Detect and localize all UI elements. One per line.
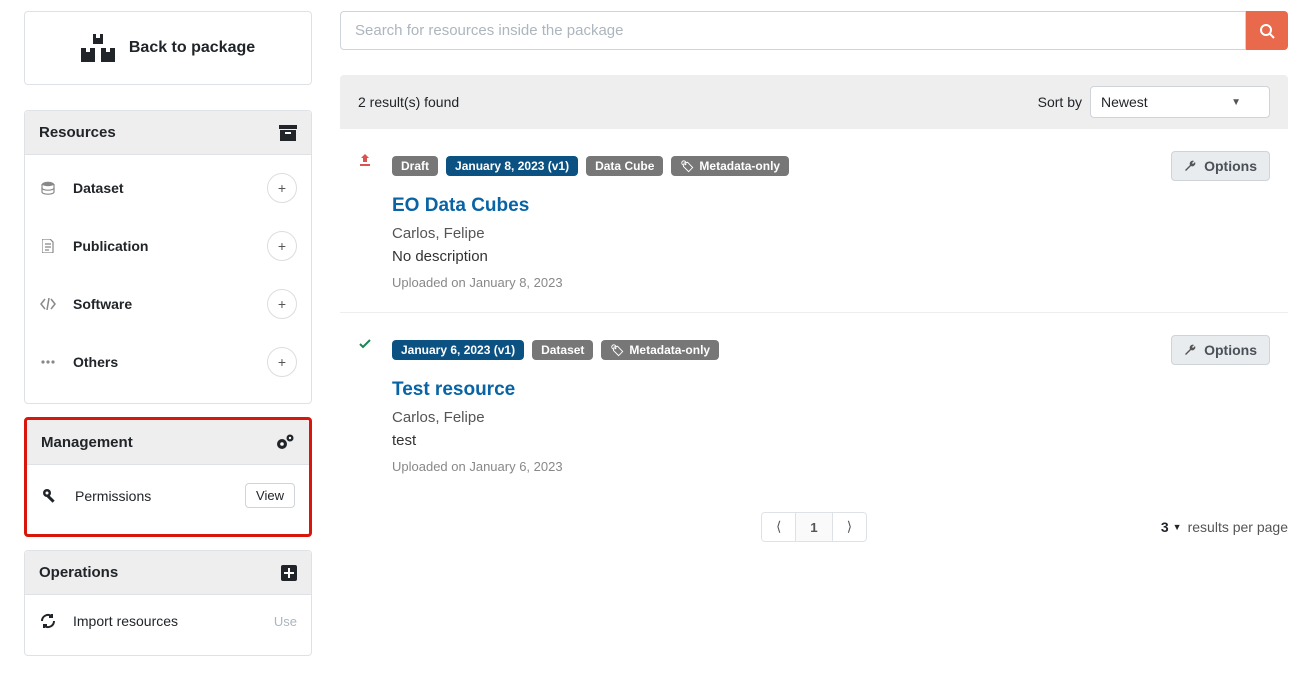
dataset-label: Dataset <box>73 180 251 196</box>
results-count: 2 result(s) found <box>358 94 459 110</box>
operations-panel: Operations Import resources Use <box>24 550 312 656</box>
pager: ⟨ 1 ⟩ <box>761 512 867 542</box>
options-button[interactable]: Options <box>1171 151 1270 181</box>
tag-type: Dataset <box>532 340 593 360</box>
pager-row: ⟨ 1 ⟩ 3▼ results per page <box>340 496 1288 546</box>
resource-item: Draft January 8, 2023 (v1) Data Cube 🏷Me… <box>340 129 1288 312</box>
pager-page-1[interactable]: 1 <box>796 513 832 541</box>
import-label: Import resources <box>73 613 258 629</box>
add-dataset-button[interactable]: + <box>267 173 297 203</box>
add-others-button[interactable]: + <box>267 347 297 377</box>
tag-icon: 🏷 <box>680 160 694 173</box>
others-label: Others <box>73 354 251 370</box>
tag-metadata: 🏷Metadata-only <box>671 156 789 176</box>
management-item-permissions[interactable]: Permissions View <box>41 469 295 522</box>
tag-date: January 6, 2023 (v1) <box>392 340 524 360</box>
gears-icon <box>275 433 295 451</box>
management-panel: Management Permissions View <box>24 417 312 537</box>
check-icon <box>358 335 374 474</box>
upload-icon <box>358 151 374 290</box>
tag-metadata: 🏷Metadata-only <box>601 340 719 360</box>
resource-uploaded: Uploaded on January 8, 2023 <box>392 275 1270 290</box>
resource-description: No description <box>392 248 1270 265</box>
pager-next[interactable]: ⟩ <box>833 513 866 541</box>
back-label: Back to package <box>129 39 255 57</box>
database-icon <box>39 181 57 195</box>
resources-title: Resources <box>39 124 116 141</box>
search-bar <box>340 11 1288 50</box>
tag-type: Data Cube <box>586 156 663 176</box>
back-to-package-button[interactable]: Back to package <box>24 11 312 85</box>
search-icon <box>1259 23 1275 39</box>
results-bar: 2 result(s) found Sort by Newest ▼ <box>340 75 1288 129</box>
resource-author: Carlos, Felipe <box>392 225 1270 242</box>
results-per-page: 3▼ results per page <box>1161 519 1288 535</box>
management-title: Management <box>41 434 133 451</box>
options-button[interactable]: Options <box>1171 335 1270 365</box>
permissions-view-button[interactable]: View <box>245 483 295 508</box>
pager-prev[interactable]: ⟨ <box>762 513 796 541</box>
key-icon <box>41 488 59 504</box>
resource-title[interactable]: EO Data Cubes <box>392 195 1270 217</box>
resource-description: test <box>392 432 1270 449</box>
permissions-label: Permissions <box>75 488 229 504</box>
tag-date: January 8, 2023 (v1) <box>446 156 578 176</box>
chevron-down-icon: ▼ <box>1173 522 1182 532</box>
sort-label: Sort by <box>1038 94 1082 110</box>
chevron-down-icon: ▼ <box>1231 97 1241 108</box>
tag-icon: 🏷 <box>610 344 624 357</box>
tag-draft: Draft <box>392 156 438 176</box>
resource-author: Carlos, Felipe <box>392 409 1270 426</box>
resource-title[interactable]: Test resource <box>392 379 1270 401</box>
sidebar-item-software[interactable]: Software + <box>39 275 297 333</box>
operations-item-import[interactable]: Import resources Use <box>39 599 297 643</box>
add-software-button[interactable]: + <box>267 289 297 319</box>
refresh-icon <box>39 613 57 629</box>
sidebar-item-others[interactable]: Others + <box>39 333 297 391</box>
sidebar-item-dataset[interactable]: Dataset + <box>39 159 297 217</box>
code-icon <box>39 298 57 310</box>
software-label: Software <box>73 296 251 312</box>
wrench-icon <box>1184 159 1198 173</box>
wrench-icon <box>1184 343 1198 357</box>
sidebar-item-publication[interactable]: Publication + <box>39 217 297 275</box>
rpp-label: results per page <box>1188 519 1288 535</box>
search-button[interactable] <box>1246 11 1288 50</box>
boxes-icon <box>81 34 115 62</box>
publication-label: Publication <box>73 238 251 254</box>
archive-icon <box>279 125 297 141</box>
management-header: Management <box>27 420 309 465</box>
file-icon <box>39 239 57 253</box>
rpp-dropdown[interactable]: 3▼ <box>1161 519 1182 535</box>
ellipsis-icon <box>39 360 57 364</box>
search-input[interactable] <box>340 11 1246 50</box>
resource-uploaded: Uploaded on January 6, 2023 <box>392 459 1270 474</box>
resources-panel: Resources Dataset + Publication + <box>24 110 312 404</box>
sort-value: Newest <box>1101 94 1148 110</box>
sort-select[interactable]: Newest ▼ <box>1090 86 1270 118</box>
resources-header: Resources <box>25 111 311 155</box>
import-use-link[interactable]: Use <box>274 614 297 629</box>
operations-title: Operations <box>39 564 118 581</box>
resource-item: January 6, 2023 (v1) Dataset 🏷Metadata-o… <box>340 312 1288 496</box>
add-publication-button[interactable]: + <box>267 231 297 261</box>
operations-header: Operations <box>25 551 311 595</box>
plus-square-icon <box>281 565 297 581</box>
